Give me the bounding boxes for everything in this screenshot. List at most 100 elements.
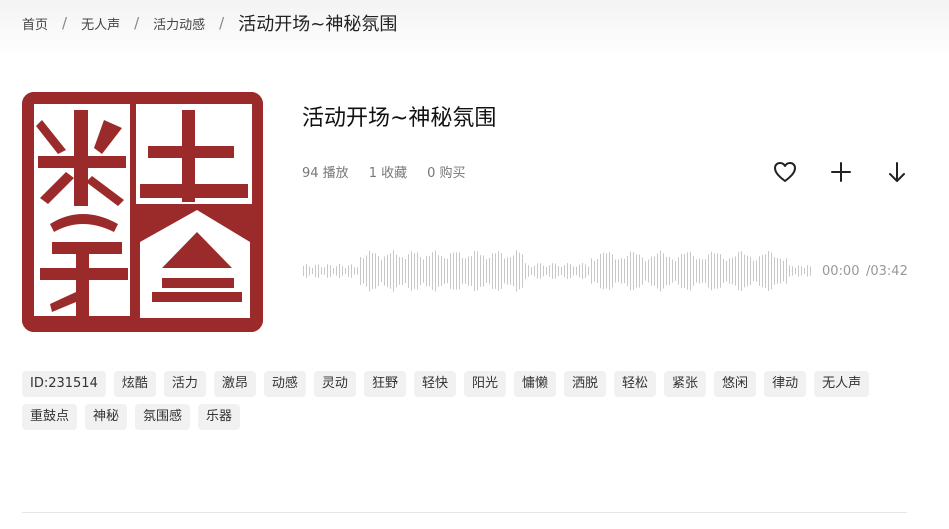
tag-chip[interactable]: 氛围感	[135, 404, 191, 430]
tag-chip[interactable]: 律动	[764, 371, 807, 397]
waveform-bar	[546, 266, 547, 276]
tag-chip[interactable]: 激昂	[213, 371, 256, 397]
tag-chip[interactable]: 悠闲	[714, 371, 757, 397]
waveform-bar	[726, 260, 727, 282]
waveform-bar	[795, 267, 796, 275]
track-title: 活动开场~神秘氛围	[302, 106, 497, 131]
waveform-bar	[528, 265, 529, 277]
add-to-list-button[interactable]	[826, 158, 856, 186]
tag-chip[interactable]: 狂野	[363, 371, 406, 397]
waveform-bar	[633, 252, 634, 290]
download-arrow-icon	[889, 162, 905, 182]
total-time: /03:42	[866, 264, 908, 279]
play-count: 94 播放	[302, 166, 349, 181]
waveform-bar	[615, 259, 616, 283]
plus-icon	[831, 162, 851, 182]
tag-chip[interactable]: 活力	[163, 371, 206, 397]
waveform-bar	[540, 263, 541, 279]
waveform-bar	[741, 251, 742, 291]
waveform-bar	[402, 257, 403, 285]
waveform-bar	[768, 250, 769, 292]
waveform-bar	[564, 264, 565, 278]
waveform-bar	[735, 256, 736, 286]
waveform-bar	[579, 264, 580, 278]
waveform-bar	[810, 266, 811, 276]
tag-chip[interactable]: 重鼓点	[22, 404, 78, 430]
waveform-bar	[456, 252, 457, 290]
waveform-bar	[522, 254, 523, 288]
waveform-bar	[507, 257, 508, 285]
waveform-bar	[543, 265, 544, 277]
tag-chip[interactable]: 轻快	[413, 371, 456, 397]
waveform-bar	[789, 265, 790, 277]
waveform-bar	[792, 266, 793, 276]
waveform-bar	[549, 265, 550, 277]
waveform-bar	[486, 259, 487, 283]
waveform-bar	[696, 259, 697, 283]
waveform-bar	[378, 255, 379, 287]
waveform-scrubber[interactable]	[302, 248, 814, 294]
waveform-bar	[396, 254, 397, 288]
waveform-bar	[759, 256, 760, 286]
waveform-bar	[303, 266, 304, 276]
tag-chip[interactable]: 动感	[263, 371, 306, 397]
waveform-bar	[714, 253, 715, 289]
waveform-bar	[762, 255, 763, 287]
waveform-bar	[321, 267, 322, 275]
tag-chip[interactable]: 慵懒	[513, 371, 556, 397]
section-divider	[22, 512, 907, 513]
waveform-bar	[417, 252, 418, 290]
waveform-bar	[744, 254, 745, 288]
tag-chip[interactable]: 轻松	[614, 371, 657, 397]
waveform-bar	[555, 263, 556, 279]
waveform-bar	[423, 259, 424, 283]
breadcrumb-home[interactable]: 首页	[22, 14, 48, 33]
tag-list: ID:231514 炫酷 活力 激昂 动感 灵动 狂野 轻快 阳光 慵懒 洒脱 轻松 紧张 悠闲 律动 无人声…	[22, 371, 912, 430]
waveform-bar	[354, 267, 355, 275]
waveform-bar	[357, 267, 358, 275]
waveform-bar	[336, 266, 337, 276]
tag-chip[interactable]: 洒脱	[564, 371, 607, 397]
waveform-bar	[591, 258, 592, 284]
waveform-bar	[642, 257, 643, 285]
waveform-bar	[444, 258, 445, 284]
waveform-bar	[765, 254, 766, 288]
tag-chip[interactable]: 神秘	[85, 404, 128, 430]
tag-chip[interactable]: 无人声	[814, 371, 870, 397]
waveform-bar	[429, 255, 430, 287]
tag-chip[interactable]: 阳光	[463, 371, 506, 397]
waveform-bar	[342, 266, 343, 276]
breadcrumb-energetic[interactable]: 活力动感	[153, 14, 205, 33]
tag-chip[interactable]: 紧张	[664, 371, 707, 397]
waveform-bar	[501, 253, 502, 289]
waveform-bar	[447, 258, 448, 284]
breadcrumb-no-vocals[interactable]: 无人声	[81, 14, 120, 33]
waveform-bar	[657, 253, 658, 289]
waveform-bar	[699, 258, 700, 284]
tag-chip[interactable]: 乐器	[198, 404, 241, 430]
tag-chip[interactable]: 灵动	[313, 371, 356, 397]
waveform-bar	[414, 253, 415, 289]
waveform-bar	[648, 259, 649, 283]
waveform-bar	[627, 256, 628, 286]
waveform-bar	[351, 264, 352, 278]
download-button[interactable]	[882, 158, 912, 186]
waveform-bar	[393, 250, 394, 292]
waveform-bar	[687, 252, 688, 290]
purchase-count: 0 购买	[427, 166, 466, 181]
waveform-bar	[498, 251, 499, 291]
waveform-bar	[666, 256, 667, 286]
waveform-bar	[729, 258, 730, 284]
favorite-count: 1 收藏	[368, 166, 408, 181]
tag-chip[interactable]: 炫酷	[113, 371, 156, 397]
waveform-bar	[711, 251, 712, 291]
waveform-bar	[516, 250, 517, 292]
waveform-bar	[504, 258, 505, 284]
waveform-bar	[630, 251, 631, 291]
waveform-bar	[453, 252, 454, 290]
waveform-bar	[459, 252, 460, 290]
waveform-bar	[669, 257, 670, 285]
favorite-button[interactable]	[770, 158, 800, 186]
waveform-bar	[390, 253, 391, 289]
waveform-bar	[621, 258, 622, 284]
